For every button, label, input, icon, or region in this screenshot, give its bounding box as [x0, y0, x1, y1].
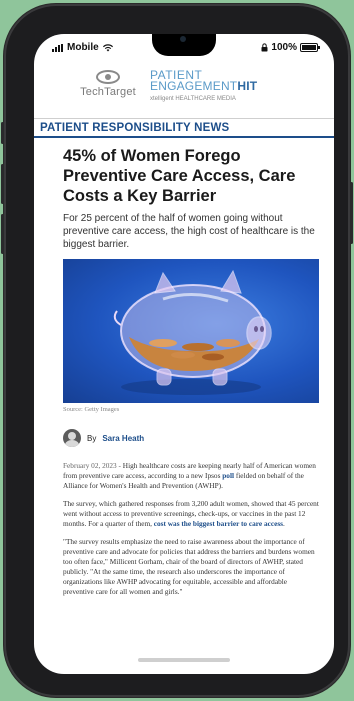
paragraph-3: "The survey results emphasize the need t… — [63, 537, 315, 596]
article: 45% of Women Forego Preventive Care Acce… — [63, 146, 319, 605]
header-divider — [34, 118, 334, 119]
image-credit: Source: Getty Images — [63, 406, 120, 413]
site-title-logo[interactable]: PATIENT ENGAGEMENTHIT xtelligent HEALTHC… — [150, 69, 258, 105]
signal-icon — [52, 43, 63, 52]
paragraph-1: February 02, 2023 - High healthcare cost… — [63, 461, 316, 490]
byline: By Sara Heath — [63, 429, 319, 447]
techtarget-logo[interactable]: TechTarget — [78, 70, 138, 98]
cost-barrier-link[interactable]: cost was the biggest barrier to care acc… — [154, 519, 283, 528]
volume-down-button — [1, 214, 4, 254]
piggy-bank-illustration — [113, 269, 272, 395]
piggy-bank-image — [63, 259, 319, 403]
mute-switch — [1, 122, 4, 144]
site-title-line2: ENGAGEMENTHIT — [150, 79, 258, 93]
author-avatar[interactable] — [63, 429, 81, 447]
battery-percent: 100% — [271, 42, 297, 53]
lock-icon — [261, 43, 268, 52]
author-link[interactable]: Sara Heath — [102, 434, 144, 443]
eye-icon — [96, 70, 120, 84]
article-date: February 02, 2023 - — [63, 461, 121, 470]
home-indicator[interactable] — [138, 658, 230, 662]
paragraph-2: The survey, which gathered responses fro… — [63, 499, 319, 528]
poll-link[interactable]: poll — [222, 471, 234, 480]
volume-up-button — [1, 164, 4, 204]
phone-frame: Mobile 100% TechTarget PATIENT ENGAGEMEN… — [1, 4, 353, 697]
site-header[interactable]: TechTarget PATIENT ENGAGEMENTHIT xtellig… — [34, 68, 334, 118]
wifi-icon — [102, 43, 113, 51]
byline-prefix: By — [87, 433, 97, 443]
article-title: 45% of Women Forego Preventive Care Acce… — [63, 147, 296, 205]
section-label[interactable]: PATIENT RESPONSIBILITY NEWS — [34, 120, 334, 138]
status-bar: Mobile 100% — [34, 42, 334, 58]
article-dek: For 25 percent of the half of women goin… — [63, 213, 315, 250]
article-body: February 02, 2023 - High healthcare cost… — [63, 461, 319, 597]
power-button — [350, 182, 353, 244]
carrier-label: Mobile — [67, 42, 99, 53]
site-tagline: xtelligent HEALTHCARE MEDIA — [150, 96, 236, 102]
phone-screen: Mobile 100% TechTarget PATIENT ENGAGEMEN… — [34, 34, 334, 674]
battery-icon — [300, 43, 320, 52]
